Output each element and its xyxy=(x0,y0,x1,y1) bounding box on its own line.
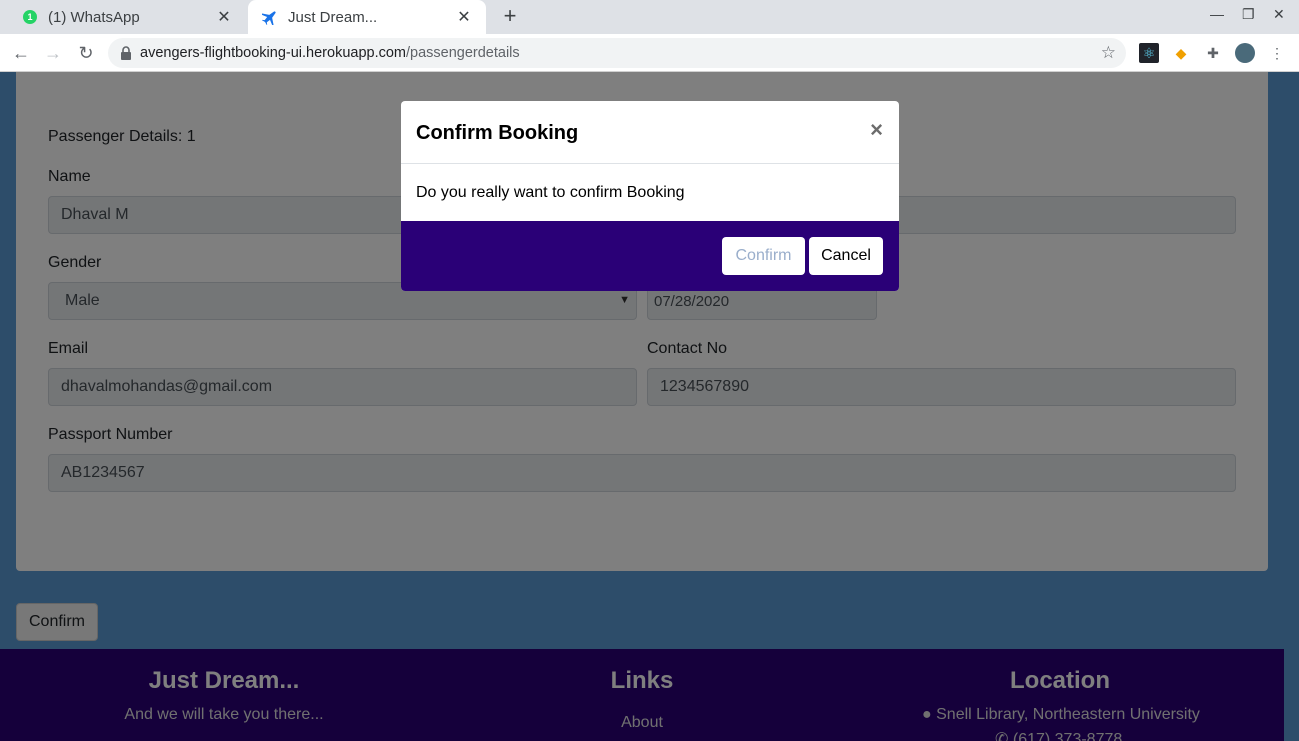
whatsapp-icon: 1 xyxy=(22,9,38,25)
modal-body-text: Do you really want to confirm Booking xyxy=(416,184,685,201)
address-bar[interactable]: avengers-flightbooking-ui.herokuapp.com /… xyxy=(108,38,1126,68)
minimize-icon[interactable]: — xyxy=(1210,6,1224,22)
back-arrow-icon[interactable]: ← xyxy=(8,40,34,66)
modal-footer: Confirm Cancel xyxy=(401,221,899,291)
tab-title: (1) WhatsApp xyxy=(48,8,140,26)
bookmark-star-icon[interactable]: ☆ xyxy=(1101,43,1116,63)
modal-title: Confirm Booking xyxy=(416,122,579,144)
lock-icon xyxy=(120,46,132,60)
close-icon[interactable]: ✕ xyxy=(214,7,234,27)
modal-confirm-button[interactable]: Confirm xyxy=(722,237,805,275)
tab-title: Just Dream... xyxy=(288,8,378,26)
puzzle-icon[interactable]: ✚ xyxy=(1203,43,1223,63)
confirm-booking-modal: Confirm Booking × Do you really want to … xyxy=(401,101,899,291)
window-close-icon[interactable]: ✕ xyxy=(1273,6,1285,23)
url-host: avengers-flightbooking-ui.herokuapp.com xyxy=(140,45,406,61)
close-icon[interactable]: ✕ xyxy=(454,7,474,27)
avatar[interactable] xyxy=(1235,43,1255,63)
airplane-icon xyxy=(262,9,278,25)
tab-whatsapp[interactable]: 1 (1) WhatsApp ✕ xyxy=(8,0,246,34)
close-icon[interactable]: × xyxy=(870,118,883,142)
reload-icon[interactable]: ↻ xyxy=(73,40,99,66)
restore-icon[interactable]: ❐ xyxy=(1242,6,1255,23)
new-tab-button[interactable]: + xyxy=(498,4,522,28)
browser-toolbar: ← → ↻ avengers-flightbooking-ui.herokuap… xyxy=(0,34,1299,72)
more-menu-icon[interactable]: ⋮ xyxy=(1267,43,1287,63)
tab-just-dream[interactable]: Just Dream... ✕ xyxy=(248,0,486,34)
forward-arrow-icon[interactable]: → xyxy=(40,40,66,66)
modal-header: Confirm Booking × xyxy=(401,101,899,164)
modal-cancel-button[interactable]: Cancel xyxy=(809,237,883,275)
browser-tab-bar: 1 (1) WhatsApp ✕ Just Dream... ✕ + — ❐ ✕ xyxy=(0,0,1299,34)
react-devtools-icon[interactable]: ⚛ xyxy=(1139,43,1159,63)
url-path: /passengerdetails xyxy=(406,45,520,61)
extension-icon[interactable]: ◆ xyxy=(1171,43,1191,63)
